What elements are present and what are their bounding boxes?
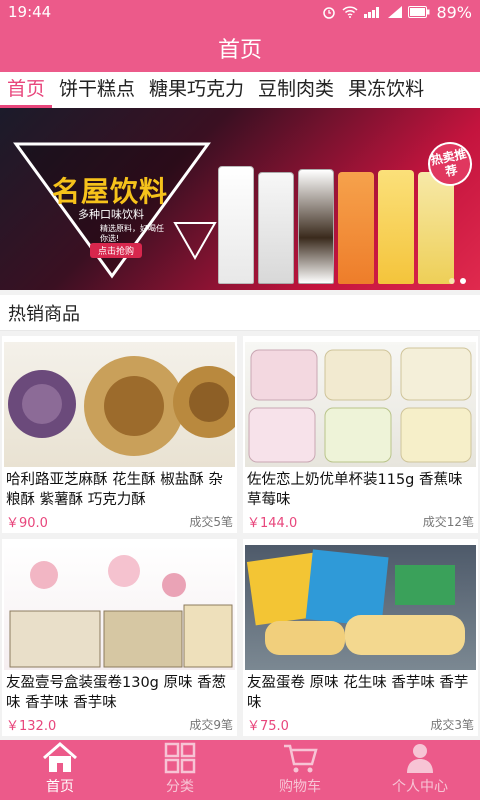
drink-can — [298, 169, 334, 284]
carousel-dot-active[interactable] — [460, 278, 466, 284]
nav-profile[interactable]: 个人中心 — [360, 740, 480, 800]
status-bar: 19:44 89% — [0, 0, 480, 24]
product-grid: 哈利路亚芝麻酥 花生酥 椒盐酥 杂粮酥 紫薯酥 巧克力酥 ￥90.0 成交5笔 … — [0, 336, 480, 736]
drink-can — [378, 170, 414, 284]
product-card[interactable]: 佐佐恋上奶优单杯装115g 香蕉味 草莓味 ￥144.0 成交12笔 — [243, 336, 478, 533]
nav-home[interactable]: 首页 — [0, 740, 120, 800]
category-tabs: 首页 饼干糕点 糖果巧克力 豆制肉类 果冻饮料 — [0, 72, 480, 108]
product-sold-count: 成交3笔 — [430, 718, 474, 732]
banner-note: 精选原料，好喝任你选! — [100, 224, 164, 243]
product-name: 哈利路亚芝麻酥 花生酥 椒盐酥 杂粮酥 紫薯酥 巧克力酥 — [6, 472, 223, 508]
product-image — [4, 545, 235, 670]
cart-icon — [284, 744, 318, 773]
alarm-icon — [323, 7, 336, 19]
nav-category[interactable]: 分类 — [120, 740, 240, 800]
yogurt-cups-image — [248, 347, 472, 463]
product-name: 佐佐恋上奶优单杯装115g 香蕉味 草莓味 — [247, 472, 463, 508]
egg-roll-packs-image — [246, 549, 465, 655]
product-price: ￥75.0 — [247, 719, 289, 734]
banner-headline: 名屋饮料 — [52, 175, 169, 208]
carousel-dot[interactable] — [449, 278, 455, 284]
tab-biscuits[interactable]: 饼干糕点 — [52, 72, 142, 108]
product-sold-count: 成交5笔 — [189, 515, 233, 529]
bottom-nav: 首页 分类 购物车 个人中心 — [0, 740, 480, 800]
drink-can — [338, 172, 374, 284]
product-footer: ￥144.0 成交12笔 — [247, 512, 474, 531]
status-icons: 89% — [322, 3, 472, 22]
product-image — [4, 342, 235, 467]
tab-bean-meat[interactable]: 豆制肉类 — [251, 72, 341, 108]
home-icon — [43, 742, 77, 772]
product-sold-count: 成交12笔 — [422, 515, 474, 529]
product-card[interactable]: 友盈壹号盒装蛋卷130g 原味 香葱味 香芋味 香芋味 ￥132.0 成交9笔 — [2, 539, 237, 736]
drink-can — [418, 172, 454, 284]
drink-can — [258, 172, 294, 284]
status-time: 19:44 — [8, 3, 52, 21]
wifi-icon — [342, 6, 358, 18]
signal-icon — [364, 7, 380, 18]
page-title: 首页 — [217, 38, 262, 63]
product-footer: ￥132.0 成交9笔 — [6, 715, 233, 734]
tab-jelly-drinks[interactable]: 果冻饮料 — [341, 72, 431, 108]
signal-icon-2 — [388, 6, 403, 18]
product-card[interactable]: 友盈蛋卷 原味 花生味 香芋味 香芋味 ￥75.0 成交3笔 — [243, 539, 478, 736]
drink-can — [218, 166, 254, 284]
product-card[interactable]: 哈利路亚芝麻酥 花生酥 椒盐酥 杂粮酥 紫薯酥 巧克力酥 ￥90.0 成交5笔 — [2, 336, 237, 533]
product-image — [245, 545, 476, 670]
tab-candy[interactable]: 糖果巧克力 — [142, 72, 251, 108]
banner-buy-button[interactable]: 点击抢购 — [90, 243, 143, 258]
section-title: 热销商品 — [0, 295, 480, 331]
user-icon — [407, 744, 433, 773]
banner-subtitle: 多种口味饮料 — [78, 208, 144, 221]
product-sold-count: 成交9笔 — [189, 718, 233, 732]
nav-profile-label: 个人中心 — [392, 779, 448, 795]
carousel-dots — [449, 278, 466, 284]
nav-cart-label: 购物车 — [279, 779, 321, 795]
product-name: 友盈壹号盒装蛋卷130g 原味 香葱味 香芋味 香芋味 — [6, 675, 227, 711]
product-footer: ￥75.0 成交3笔 — [247, 715, 474, 734]
product-price: ￥144.0 — [247, 516, 298, 531]
promo-banner[interactable]: 名屋饮料 多种口味饮料 精选原料，好喝任你选! 点击抢购 热卖推荐 — [0, 108, 480, 290]
battery-percent: 89% — [436, 2, 472, 22]
tab-home[interactable]: 首页 — [0, 72, 53, 108]
page-title-bar: 首页 — [0, 24, 480, 72]
product-name: 友盈蛋卷 原味 花生味 香芋味 香芋味 — [247, 675, 469, 711]
product-price: ￥132.0 — [6, 719, 57, 734]
category-icon — [164, 742, 196, 774]
pastry-image — [8, 356, 235, 456]
nav-home-label: 首页 — [46, 779, 74, 795]
product-footer: ￥90.0 成交5笔 — [6, 512, 233, 531]
product-price: ￥90.0 — [6, 516, 48, 531]
egg-roll-box-image — [9, 555, 233, 668]
drink-cans-image — [218, 166, 454, 284]
battery-icon — [408, 6, 430, 18]
product-image — [245, 342, 476, 467]
nav-cart[interactable]: 购物车 — [240, 740, 360, 800]
nav-category-label: 分类 — [166, 779, 194, 795]
